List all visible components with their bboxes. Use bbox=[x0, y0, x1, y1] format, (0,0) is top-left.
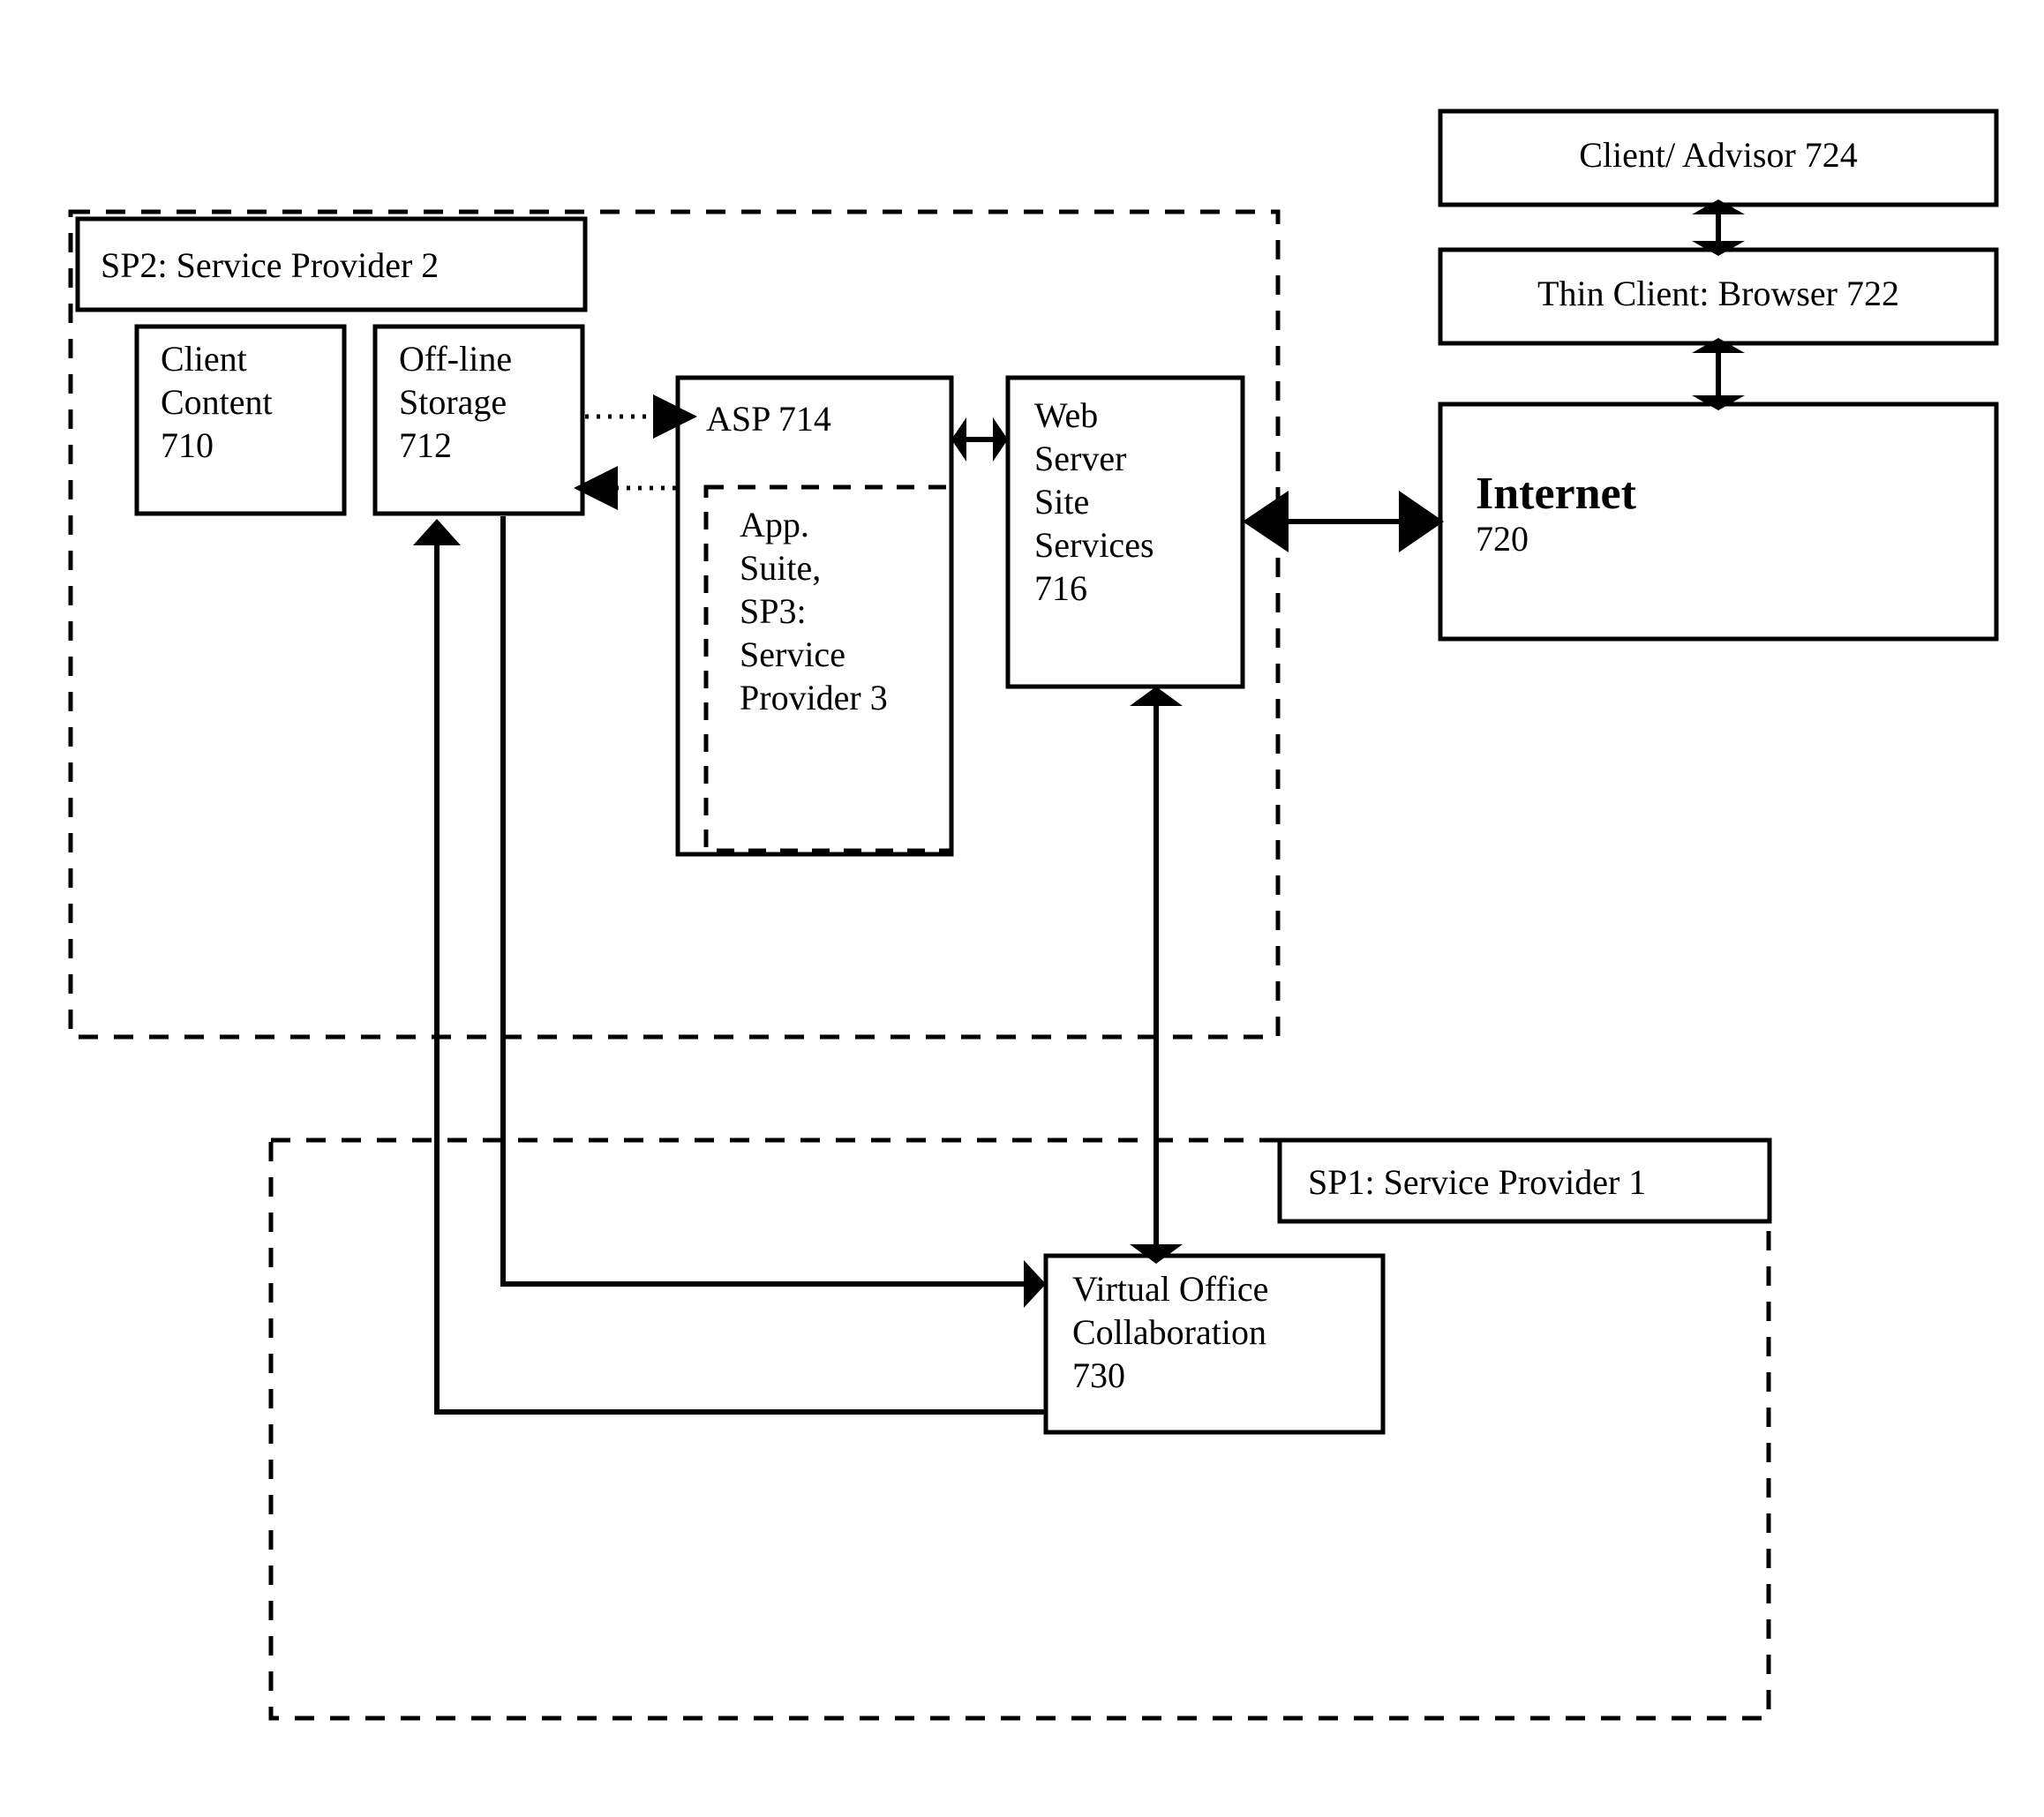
offline-storage-label: Off-line Storage 712 bbox=[399, 339, 513, 465]
web-server-label: Web Server Site Services 716 bbox=[1034, 395, 1154, 608]
conn-internet-thinclient bbox=[1692, 338, 1745, 410]
sp1-region-title: SP1: Service Provider 1 bbox=[1308, 1162, 1647, 1202]
conn-webserver-internet bbox=[1243, 491, 1444, 552]
conn-thinclient-clientadvisor bbox=[1692, 199, 1745, 256]
app-suite-sp3-label: App. Suite, SP3: Service Provider 3 bbox=[740, 505, 888, 717]
client-content-label: Client Content 710 bbox=[161, 339, 273, 465]
thin-client-label: Thin Client: Browser 722 bbox=[1537, 274, 1899, 313]
internet-label: Internet bbox=[1476, 469, 1636, 519]
internet-ref-number: 720 bbox=[1476, 519, 1529, 559]
asp-label: ASP 714 bbox=[706, 399, 831, 439]
virtual-office-label: Virtual Office Collaboration 730 bbox=[1072, 1269, 1269, 1395]
sp1-region-border bbox=[268, 1138, 1771, 1721]
client-advisor-label: Client/ Advisor 724 bbox=[1579, 135, 1858, 175]
conn-asp-to-storage bbox=[574, 466, 676, 510]
conn-asp-webserver bbox=[951, 417, 1008, 462]
sp2-region-title: SP2: Service Provider 2 bbox=[101, 245, 440, 285]
conn-webserver-virtualoffice bbox=[1130, 687, 1183, 1264]
figure-canvas: SP2: Service Provider 2 Client Content 7… bbox=[0, 0, 2044, 1817]
